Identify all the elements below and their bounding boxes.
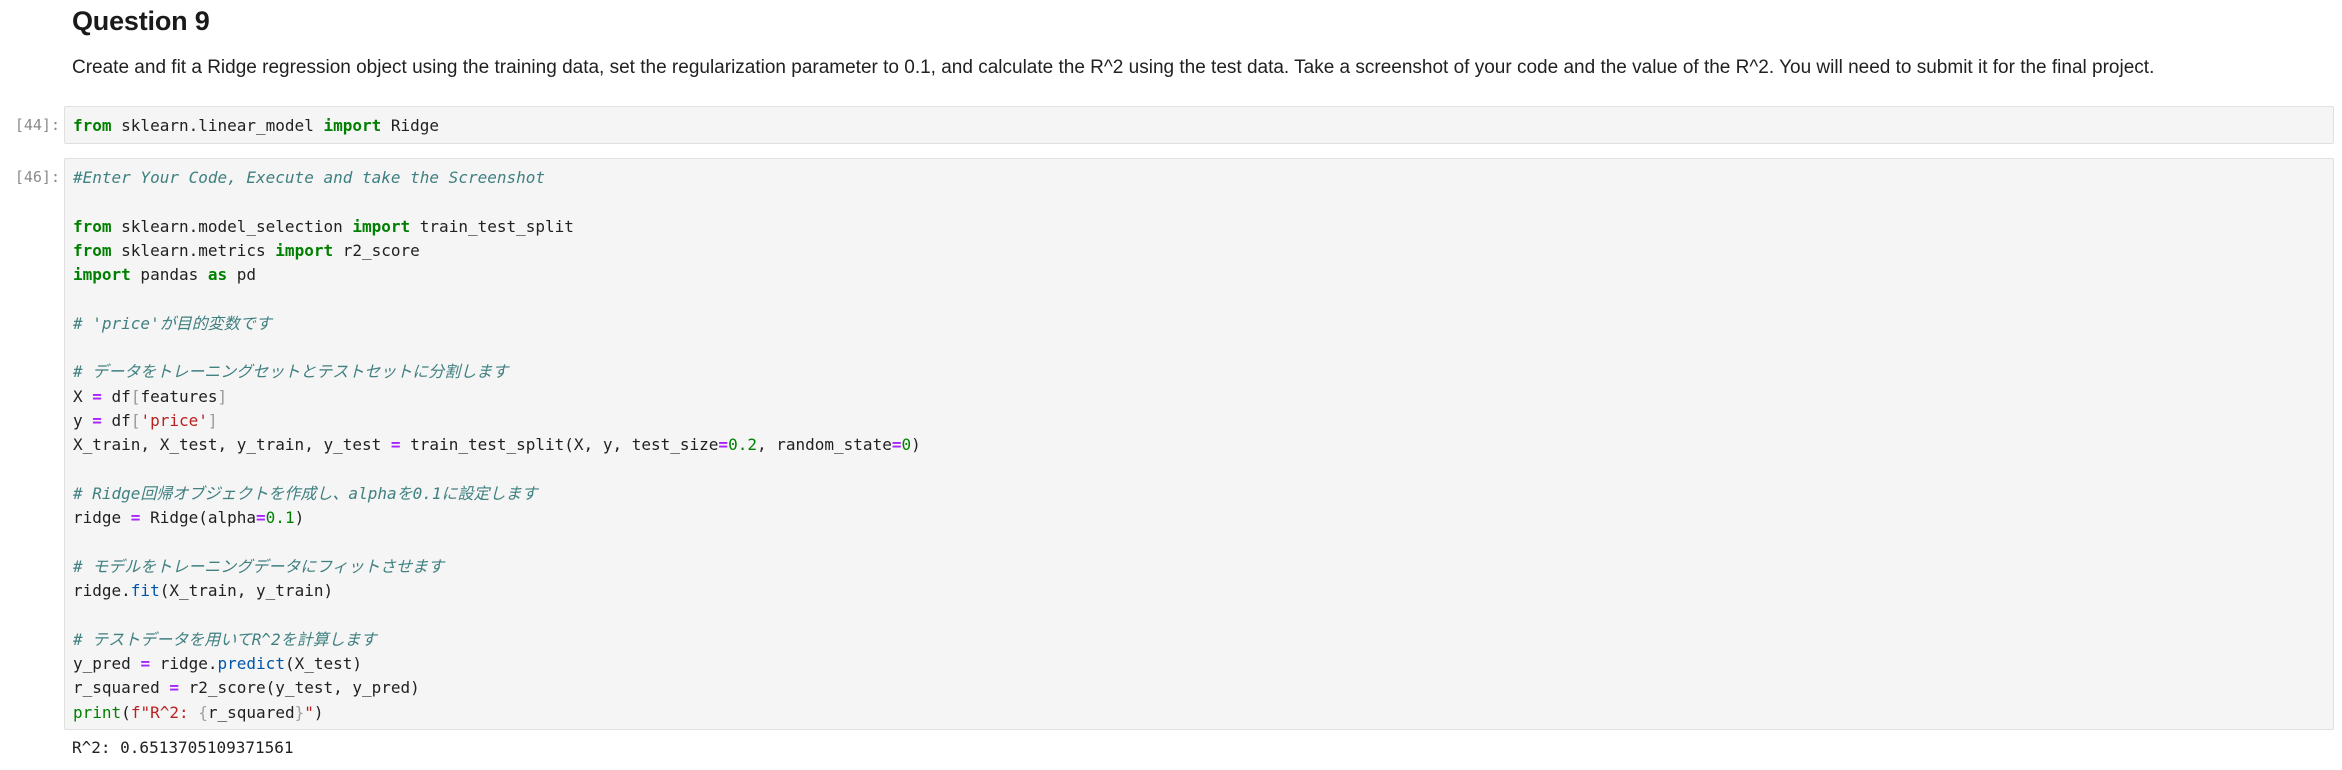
code-comment: # 'price'が目的変数です: [73, 313, 272, 333]
code-token: train_test_split(X, y, test_size: [400, 435, 719, 455]
code-token: df: [101, 410, 131, 430]
code-comment: # モデルをトレーニングデータにフィットさせます: [73, 556, 444, 576]
code-token: X: [73, 386, 93, 406]
code-token: fit: [130, 581, 160, 601]
code-token: sklearn.linear_model: [111, 116, 324, 135]
code-token: y_pred: [73, 653, 141, 673]
code-token: , random_state: [756, 435, 892, 455]
code-token: =: [92, 386, 102, 406]
code-comment: # Ridge回帰オブジェクトを作成し、alphaを0.1に設定します: [73, 483, 538, 503]
code-token: from: [73, 240, 112, 260]
code-token: f"R^2:: [130, 702, 199, 722]
code-cell-44[interactable]: [44]: from sklearn.linear_model import R…: [0, 106, 2342, 146]
code-token: r2_score(y_test, y_pred): [178, 678, 420, 698]
question-heading: Question 9: [72, 6, 210, 36]
code-token: pandas: [130, 265, 208, 285]
code-token: sklearn.model_selection: [111, 216, 353, 236]
code-token: (X_train, y_train): [159, 581, 334, 601]
code-token: X_train, X_test, y_train, y_test: [73, 435, 391, 455]
code-token: ): [911, 435, 921, 455]
code-token: ridge.: [73, 581, 131, 601]
code-token: df: [101, 386, 131, 406]
code-token: from: [73, 116, 112, 135]
code-token: from: [73, 216, 112, 236]
code-token: =: [92, 410, 102, 430]
code-token: =: [140, 653, 151, 673]
code-token: ridge: [73, 508, 131, 528]
code-token: =: [169, 678, 179, 698]
code-token: ridge.: [150, 653, 218, 673]
question-description: Create and fit a Ridge regression object…: [72, 57, 2155, 78]
code-comment: #Enter Your Code, Execute and take the S…: [73, 168, 546, 187]
code-editor[interactable]: from sklearn.linear_model import Ridge: [64, 106, 2334, 144]
code-token: =: [256, 508, 266, 528]
code-token: y: [73, 410, 93, 430]
code-token: r_squared: [207, 702, 295, 722]
code-token: r2_score: [333, 240, 420, 260]
code-comment: # テストデータを用いてR^2を計算します: [73, 629, 377, 649]
code-token: (: [121, 702, 131, 722]
code-token: features: [140, 386, 218, 406]
code-token: =: [718, 435, 729, 455]
code-token: import: [352, 216, 411, 236]
code-token: ]: [217, 386, 228, 406]
code-token: (X_test): [284, 653, 363, 673]
code-token: ): [294, 508, 305, 528]
code-token: 'price': [140, 410, 208, 430]
code-token: =: [390, 435, 401, 455]
cell-output: R^2: 0.6513705109371561: [72, 738, 294, 757]
code-token: }: [294, 702, 305, 722]
code-token: =: [130, 508, 141, 528]
code-token: [: [130, 386, 141, 406]
code-token: sklearn.metrics: [111, 240, 276, 260]
code-token: {: [198, 702, 208, 722]
code-token: r_squared: [73, 678, 170, 698]
code-comment: # データをトレーニングセットとテストセットに分割します: [73, 362, 509, 382]
code-token: import: [323, 116, 382, 135]
code-token: import: [73, 265, 131, 285]
code-token: 0.2: [728, 435, 757, 455]
code-editor[interactable]: #Enter Your Code, Execute and take the S…: [64, 158, 2334, 730]
code-cell-46[interactable]: [46]: #Enter Your Code, Execute and take…: [0, 158, 2342, 730]
code-token: ]: [207, 410, 218, 430]
code-token: pd: [227, 265, 257, 285]
code-token: Ridge: [381, 116, 440, 135]
code-token: predict: [217, 653, 285, 673]
code-token: ): [313, 702, 324, 722]
code-token: as: [207, 265, 228, 285]
code-token: train_test_split: [410, 216, 574, 236]
code-token: print: [73, 702, 122, 722]
code-token: [: [130, 410, 141, 430]
code-token: Ridge(alpha: [140, 508, 257, 528]
cell-prompt: [44]:: [14, 116, 60, 134]
code-token: import: [275, 240, 334, 260]
code-token: 0: [901, 435, 912, 455]
code-token: ": [304, 702, 314, 722]
code-token: 0.1: [265, 508, 295, 528]
cell-prompt: [46]:: [14, 168, 60, 186]
